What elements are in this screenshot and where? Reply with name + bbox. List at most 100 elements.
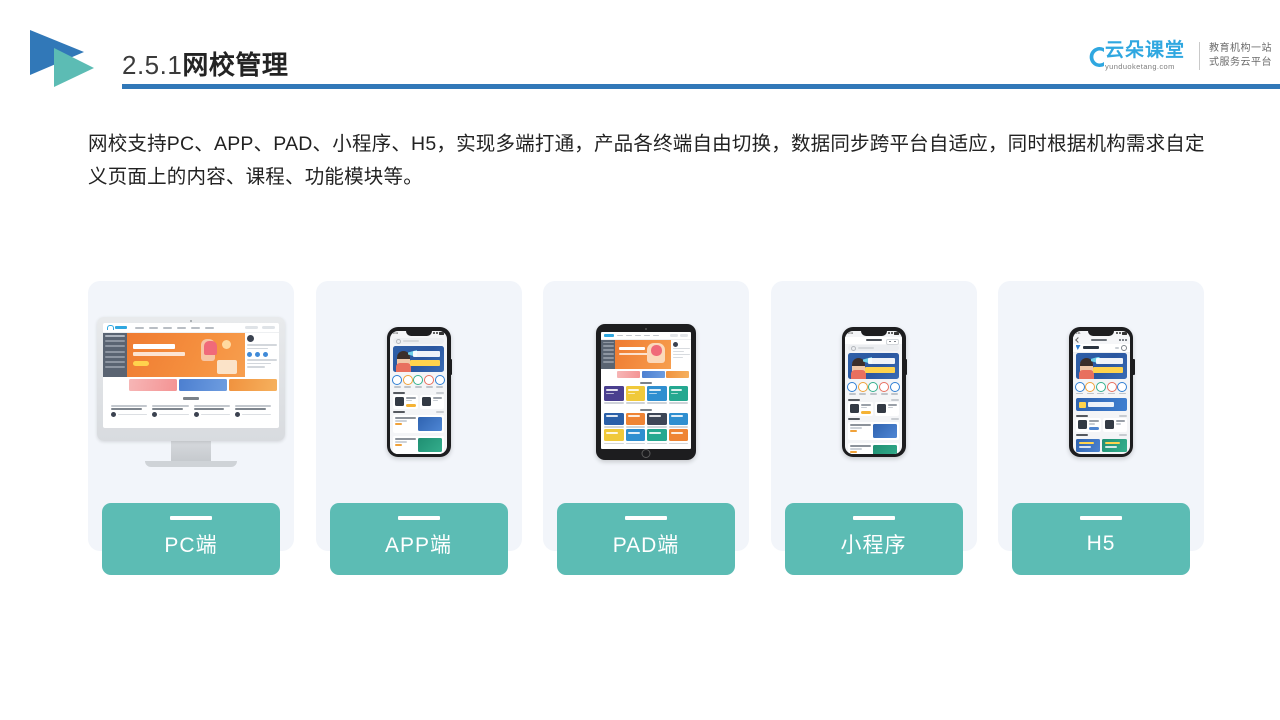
category-item <box>424 375 435 388</box>
iphone-screen: 9:41 <box>390 330 447 454</box>
pc-section-title <box>103 393 279 403</box>
miniprogram-capsule-button[interactable] <box>886 338 899 345</box>
imac-screen <box>103 323 279 428</box>
pad-course-row-3 <box>601 429 691 445</box>
status-time: 9:41 <box>848 332 854 335</box>
category-item <box>1117 381 1128 395</box>
category-item <box>857 382 868 395</box>
app-category-row <box>390 372 447 390</box>
course-tile <box>625 429 645 445</box>
course-tile <box>647 385 667 405</box>
pad-hero-banner <box>615 340 671 369</box>
category-item <box>847 382 858 395</box>
app-featured-row <box>845 401 902 416</box>
list-item <box>393 436 444 454</box>
brand-tagline-line1: 教育机构一站 <box>1209 43 1272 54</box>
status-indicators <box>1115 332 1127 335</box>
iphone-mockup: 9:41 <box>386 327 452 457</box>
app-hero-banner[interactable] <box>393 346 444 372</box>
brand-tagline-line2: 式服务云平台 <box>1209 57 1272 68</box>
search-icon <box>396 338 401 344</box>
iphone-notch <box>860 330 887 336</box>
category-item <box>868 382 879 395</box>
browser-more-icon[interactable] <box>1119 339 1127 341</box>
category-item <box>413 375 424 388</box>
platform-card-h5[interactable]: 9:41 H5 <box>998 281 1204 575</box>
pc-hero-banner <box>127 333 245 377</box>
h5-category-row <box>1073 379 1130 397</box>
course-tile <box>625 412 645 428</box>
search-icon <box>851 345 856 351</box>
pc-site-topbar <box>103 323 279 333</box>
brand-name: 云朵课堂 <box>1104 39 1185 61</box>
pc-course-card-row <box>103 403 279 417</box>
app-featured-row <box>390 394 447 409</box>
pc-site-nav <box>135 326 241 329</box>
list-item <box>1075 418 1101 433</box>
status-time: 9:41 <box>393 332 399 335</box>
pad-course-row-2 <box>601 412 691 429</box>
brand-mark-icon <box>1075 345 1081 350</box>
browser-page-title <box>1091 338 1108 342</box>
course-tile <box>604 429 624 445</box>
platform-label-h5[interactable]: H5 <box>1012 503 1190 575</box>
pc-site-logo <box>107 325 127 330</box>
pc-course-card <box>193 405 230 417</box>
slide-header: 2.5.1网校管理 云朵课堂 yunduoketang.com 教育机构一站 式… <box>0 0 1280 100</box>
platform-label-app[interactable]: APP端 <box>329 503 508 575</box>
device-preview-pc <box>88 281 294 503</box>
platform-card-app[interactable]: 9:41 APP端 <box>315 281 522 575</box>
miniprogram-title <box>865 338 882 342</box>
platform-card-pad[interactable]: PAD端 <box>543 281 749 575</box>
label-dash <box>625 516 667 520</box>
platform-label-pc[interactable]: PC端 <box>102 503 280 575</box>
imac-stand-foot <box>145 461 237 467</box>
pad-section-title <box>601 379 691 386</box>
list-item <box>848 443 899 454</box>
app-search-bar[interactable] <box>393 338 444 344</box>
avatar[interactable] <box>1120 344 1127 351</box>
brand-tagline: 教育机构一站 式服务云平台 <box>1209 42 1272 70</box>
ipad-home-button-icon[interactable] <box>641 449 651 458</box>
iphone-mockup: 9:41 <box>841 327 907 457</box>
h5-brand-name <box>1082 346 1099 349</box>
status-time: 9:41 <box>1075 332 1081 335</box>
pc-hero-section <box>103 333 279 377</box>
category-item <box>879 382 890 395</box>
pad-site-topbar <box>601 332 691 340</box>
brand-lockup: 云朵课堂 yunduoketang.com 教育机构一站 式服务云平台 <box>1079 36 1272 76</box>
device-preview-miniprogram: 9:41 <box>771 281 977 503</box>
iphone-screen: 9:41 <box>845 330 902 454</box>
iphone-mockup: 9:41 <box>1069 327 1135 457</box>
app-search-bar[interactable] <box>848 345 899 351</box>
pad-user-panel <box>671 340 691 369</box>
app-course-row <box>390 435 447 454</box>
course-tile <box>604 412 624 428</box>
app-hero-banner[interactable] <box>848 353 899 379</box>
list-item <box>1102 418 1127 433</box>
course-tile <box>647 412 667 428</box>
h5-brand-bar <box>1072 343 1130 353</box>
back-arrow-icon[interactable] <box>1074 337 1081 343</box>
imac-body <box>97 317 285 441</box>
category-item <box>1074 381 1085 395</box>
h5-promo-banner[interactable] <box>1075 398 1127 412</box>
title-underline-rule <box>122 84 1280 89</box>
category-item <box>1085 381 1096 395</box>
category-item <box>434 375 445 388</box>
brand-logo: 云朵课堂 yunduoketang.com <box>1079 39 1197 72</box>
menu-icon[interactable] <box>1114 346 1119 349</box>
platform-card-miniprogram[interactable]: 9:41 小程序 <box>770 281 977 575</box>
ipad-mockup <box>596 324 696 460</box>
platform-label-pad[interactable]: PAD端 <box>557 503 735 575</box>
ipad-camera-icon <box>645 327 647 330</box>
h5-hero-banner[interactable] <box>1075 352 1127 379</box>
platform-label-miniprogram[interactable]: 小程序 <box>784 503 963 575</box>
app-category-row <box>845 379 902 397</box>
imac-mockup <box>97 317 285 467</box>
cta-button <box>1075 438 1100 452</box>
pad-promo-strip <box>601 369 691 379</box>
label-dash <box>852 516 895 520</box>
platform-card-pc[interactable]: PC端 <box>88 281 294 575</box>
brand-divider <box>1199 42 1200 70</box>
